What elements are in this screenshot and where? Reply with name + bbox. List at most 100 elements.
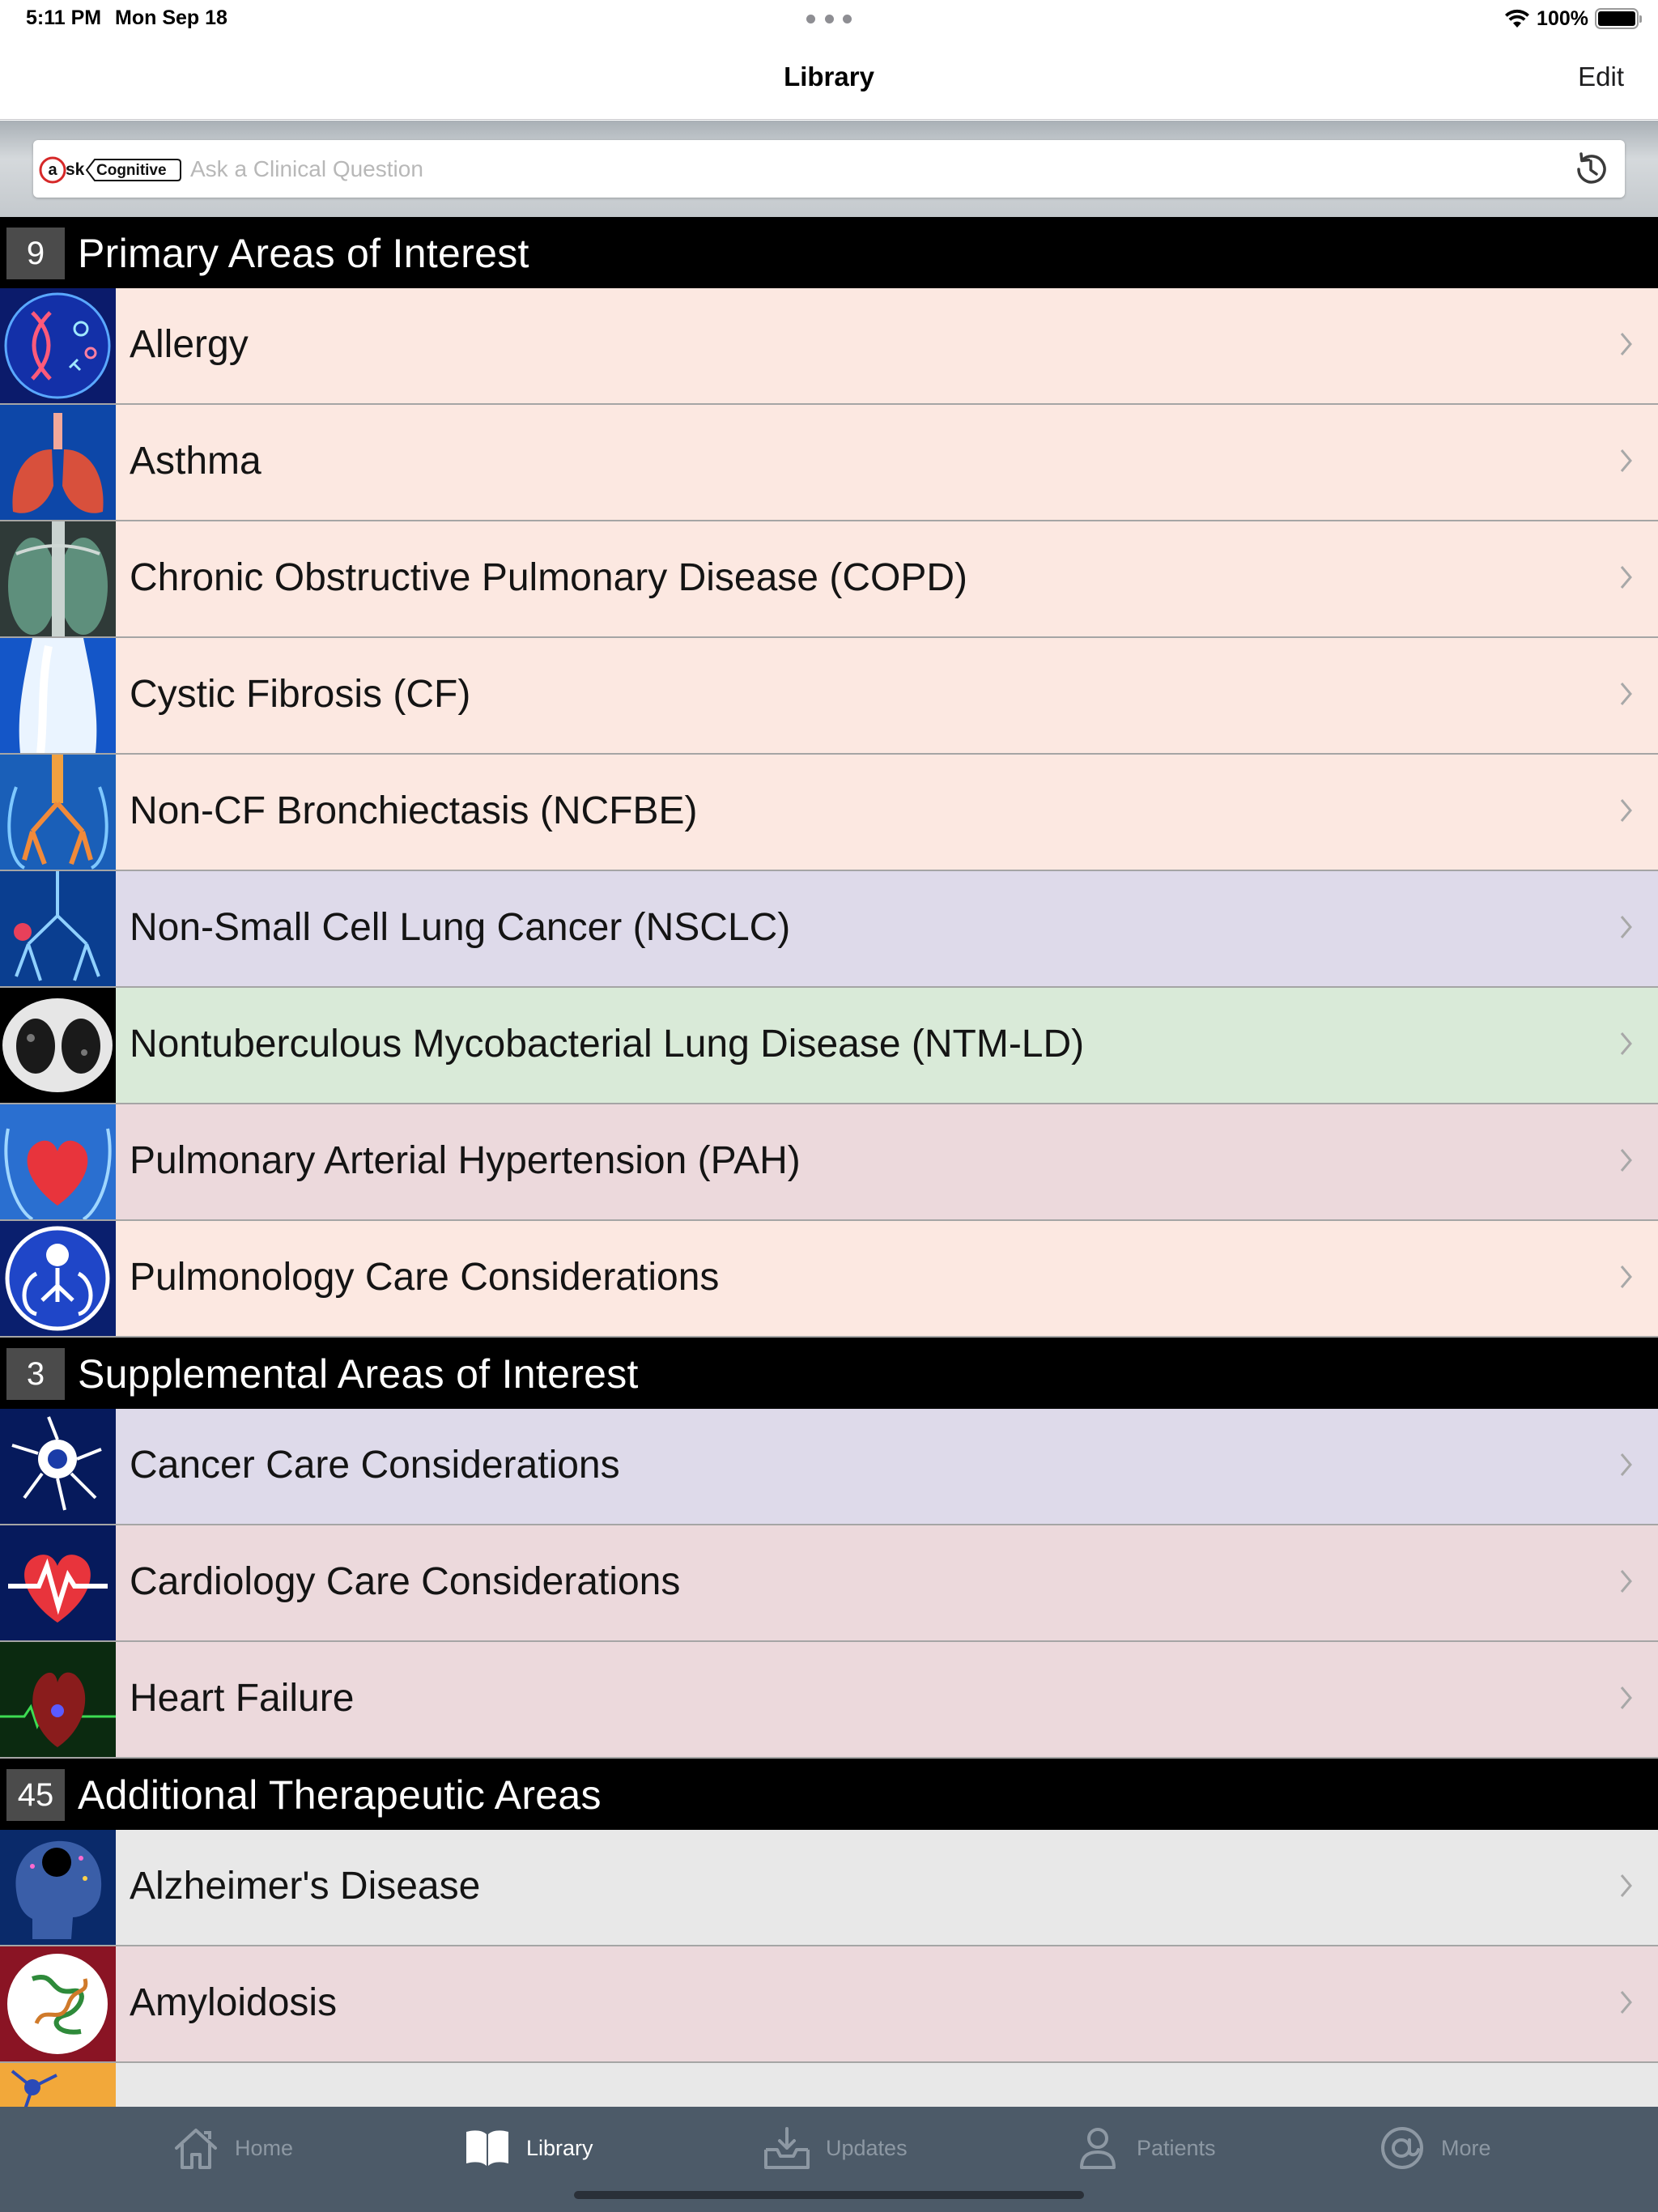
section-title: Supplemental Areas of Interest <box>78 1351 639 1397</box>
tab-label: Updates <box>826 2135 908 2160</box>
wifi-icon <box>1505 9 1530 28</box>
status-bar: 5:11 PM Mon Sep 18 100% <box>0 0 1658 39</box>
list-item-label: Cardiology Care Considerations <box>130 1560 681 1603</box>
anatomical-heart-thumbnail-icon <box>0 1642 116 1757</box>
list-item-asthma[interactable]: Asthma <box>0 405 1658 521</box>
list-item-label: Cancer Care Considerations <box>130 1444 620 1487</box>
clinical-question-input[interactable] <box>190 148 1550 190</box>
chevron-right-icon <box>1620 916 1632 938</box>
list-item-pulmonology-care[interactable]: Pulmonology Care Considerations <box>0 1221 1658 1338</box>
tab-bar: Home Library Updates Patients More <box>0 2107 1658 2212</box>
section-header-primary: 9 Primary Areas of Interest <box>0 217 1658 288</box>
list-item-label: Cystic Fibrosis (CF) <box>130 673 471 716</box>
section-header-additional: 45 Additional Therapeutic Areas <box>0 1759 1658 1830</box>
xray-thumbnail-icon <box>0 521 116 636</box>
app-window: 5:11 PM Mon Sep 18 100% Library Edit a s… <box>0 0 1658 2212</box>
tab-patients[interactable]: Patients <box>1073 2123 1216 2173</box>
section-title: Primary Areas of Interest <box>78 231 529 276</box>
cystic-fibrosis-thumbnail-icon <box>0 638 116 753</box>
search-box[interactable]: a sk Cognitive <box>33 140 1625 198</box>
tab-home[interactable]: Home <box>172 2123 293 2173</box>
heart-pulse-thumbnail-icon <box>0 1525 116 1640</box>
list-item-bronchiectasis[interactable]: Non-CF Bronchiectasis (NCFBE) <box>0 755 1658 871</box>
chevron-right-icon <box>1620 1687 1632 1709</box>
navigation-bar: Library Edit <box>0 39 1658 120</box>
chevron-right-icon <box>1620 566 1632 589</box>
list-item-pah[interactable]: Pulmonary Arterial Hypertension (PAH) <box>0 1104 1658 1221</box>
list-item-alzheimers[interactable]: Alzheimer's Disease <box>0 1830 1658 1946</box>
home-indicator[interactable] <box>574 2191 1084 2199</box>
section-count-badge: 3 <box>6 1348 65 1400</box>
tab-label: Library <box>526 2135 593 2160</box>
list-item-cancer-care[interactable]: Cancer Care Considerations <box>0 1409 1658 1525</box>
status-date: Mon Sep 18 <box>115 6 227 29</box>
chevron-right-icon <box>1620 449 1632 472</box>
search-area: a sk Cognitive <box>0 121 1658 217</box>
chevron-right-icon <box>1620 1032 1632 1055</box>
status-indicators: 100% <box>1504 5 1642 32</box>
chevron-right-icon <box>1620 683 1632 705</box>
chevron-right-icon <box>1620 1570 1632 1593</box>
tab-label: More <box>1441 2135 1491 2160</box>
list-item-label: Asthma <box>130 440 261 483</box>
chevron-right-icon <box>1620 1874 1632 1897</box>
protein-thumbnail-icon <box>0 1946 116 2061</box>
book-icon <box>466 2130 508 2166</box>
logo-letter: a <box>48 161 57 179</box>
page-title: Library <box>784 62 874 91</box>
chevron-right-icon <box>1620 1453 1632 1476</box>
ct-scan-thumbnail-icon <box>0 988 116 1103</box>
edit-button[interactable]: Edit <box>1578 62 1624 92</box>
multitasking-dots-icon[interactable] <box>806 8 852 29</box>
tab-label: Patients <box>1137 2135 1216 2160</box>
list-item-cardiology-care[interactable]: Cardiology Care Considerations <box>0 1525 1658 1642</box>
logo-brand: Cognitive <box>96 162 167 179</box>
lung-cancer-thumbnail-icon <box>0 871 116 986</box>
list-item-heart-failure[interactable]: Heart Failure <box>0 1642 1658 1759</box>
ask-cognitive-logo: a sk Cognitive <box>39 156 181 184</box>
chevron-right-icon <box>1620 333 1632 355</box>
list-item-nsclc[interactable]: Non-Small Cell Lung Cancer (NSCLC) <box>0 871 1658 988</box>
history-clock-icon[interactable] <box>1571 150 1610 189</box>
updates-inbox-icon <box>764 2127 810 2169</box>
list-item-label: Alzheimer's Disease <box>130 1865 481 1908</box>
logo-sk: sk <box>66 160 85 179</box>
list-item-label: Non-CF Bronchiectasis (NCFBE) <box>130 789 698 832</box>
list-item-label: Heart Failure <box>130 1677 355 1720</box>
tab-updates[interactable]: Updates <box>763 2123 908 2173</box>
library-list: 9 Primary Areas of Interest Allergy Asth… <box>0 217 1658 2180</box>
chevron-right-icon <box>1620 1991 1632 2014</box>
section-title: Additional Therapeutic Areas <box>78 1772 602 1818</box>
list-item-label: Chronic Obstructive Pulmonary Disease (C… <box>130 556 967 599</box>
bronchi-thumbnail-icon <box>0 755 116 870</box>
chevron-right-icon <box>1620 1266 1632 1288</box>
section-count-badge: 9 <box>6 228 65 279</box>
status-time: 5:11 PM <box>26 6 102 29</box>
list-item-copd[interactable]: Chronic Obstructive Pulmonary Disease (C… <box>0 521 1658 638</box>
allergy-thumbnail-icon <box>0 288 116 403</box>
tab-library[interactable]: Library <box>463 2123 593 2173</box>
list-item-label: Allergy <box>130 323 249 366</box>
tab-more[interactable]: More <box>1378 2123 1491 2173</box>
home-icon <box>175 2129 217 2169</box>
list-item-allergy[interactable]: Allergy <box>0 288 1658 405</box>
list-item-label: Pulmonology Care Considerations <box>130 1256 720 1299</box>
chevron-right-icon <box>1620 1149 1632 1172</box>
tab-label: Home <box>235 2135 294 2160</box>
list-item-amyloidosis[interactable]: Amyloidosis <box>0 1946 1658 2063</box>
list-item-label: Pulmonary Arterial Hypertension (PAH) <box>130 1139 801 1182</box>
heart-thumbnail-icon <box>0 1104 116 1219</box>
brain-thumbnail-icon <box>0 1830 116 1945</box>
battery-icon <box>1595 8 1642 29</box>
list-item-label: Amyloidosis <box>130 1981 338 2024</box>
cancer-cell-thumbnail-icon <box>0 1409 116 1524</box>
at-sign-icon <box>1381 2127 1423 2169</box>
lungs-thumbnail-icon <box>0 405 116 520</box>
pulmonology-thumbnail-icon <box>0 1221 116 1336</box>
list-item-ntm-ld[interactable]: Nontuberculous Mycobacterial Lung Diseas… <box>0 988 1658 1104</box>
list-item-label: Non-Small Cell Lung Cancer (NSCLC) <box>130 906 791 949</box>
list-item-cystic-fibrosis[interactable]: Cystic Fibrosis (CF) <box>0 638 1658 755</box>
section-header-supplemental: 3 Supplemental Areas of Interest <box>0 1338 1658 1409</box>
list-item-label: Nontuberculous Mycobacterial Lung Diseas… <box>130 1023 1085 1066</box>
chevron-right-icon <box>1620 799 1632 822</box>
